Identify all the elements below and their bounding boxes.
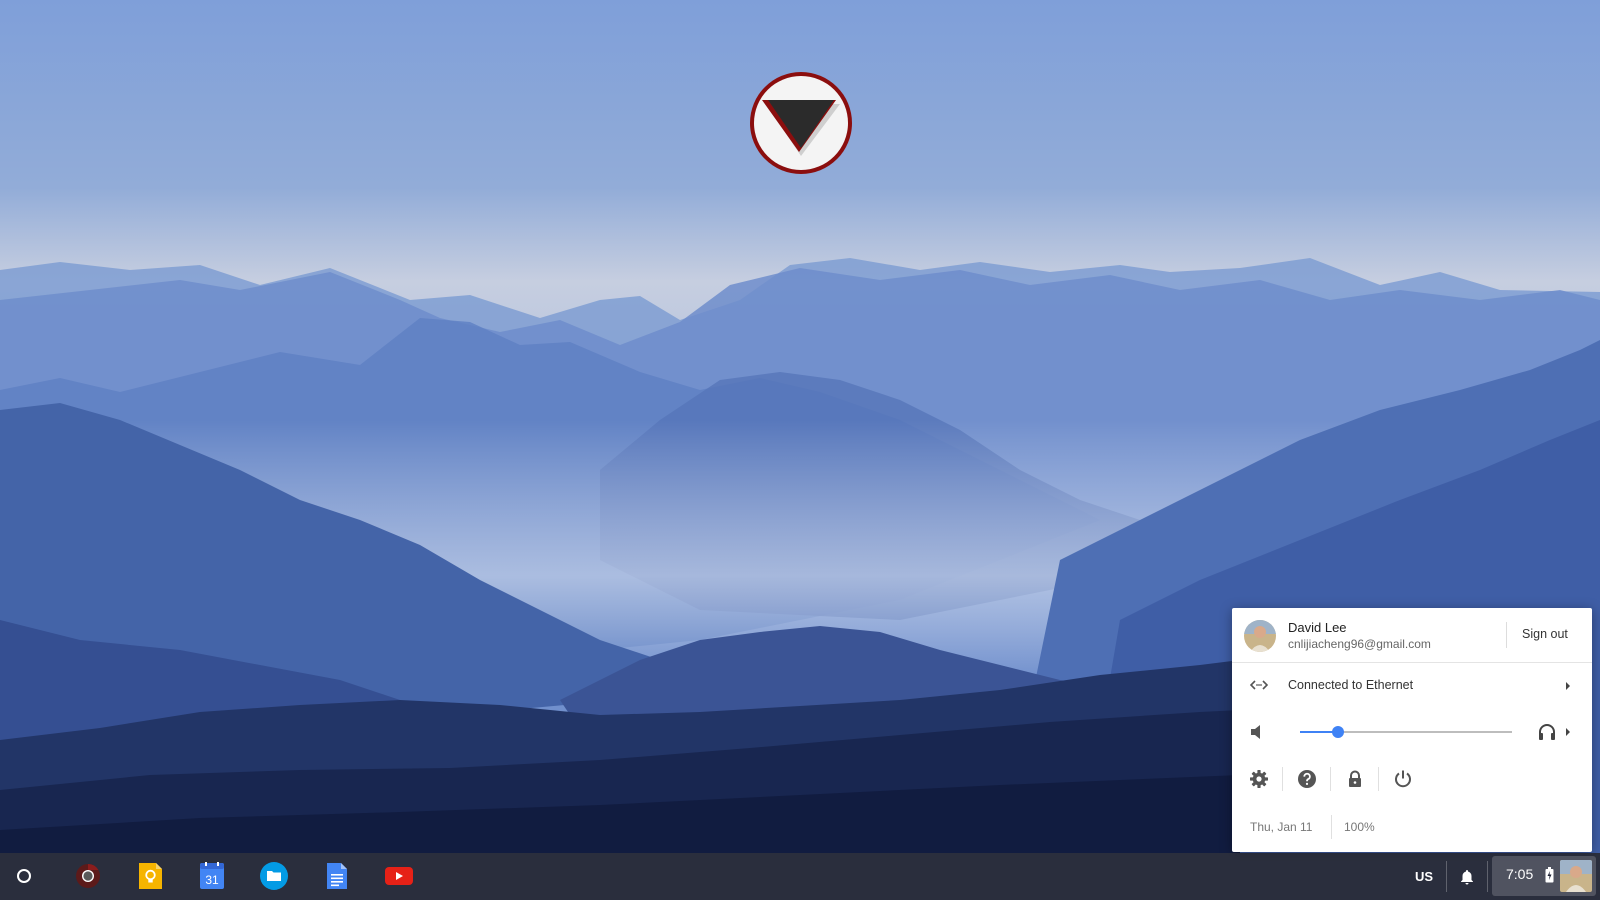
- notification-button[interactable]: [1452, 853, 1482, 900]
- desktop-logo-icon: [750, 72, 852, 174]
- sign-out-button[interactable]: Sign out: [1522, 627, 1568, 641]
- volume-icon[interactable]: [1250, 724, 1264, 740]
- docs-icon: [327, 863, 347, 889]
- battery-label: 100%: [1344, 820, 1375, 834]
- launcher-button[interactable]: [0, 853, 48, 900]
- user-card: David Lee cnlijiacheng96@gmail.com Sign …: [1232, 608, 1592, 662]
- chrome-icon: [76, 864, 100, 888]
- chevron-right-icon[interactable]: [1565, 681, 1571, 691]
- bell-icon: [1461, 869, 1473, 884]
- files-icon: [260, 862, 288, 890]
- volume-row: [1232, 709, 1592, 755]
- calendar-day: 31: [205, 873, 219, 887]
- clock: 7:05: [1506, 866, 1534, 882]
- circle-launcher-icon: [17, 869, 31, 883]
- divider: [1330, 767, 1331, 791]
- shelf-app-files[interactable]: [257, 859, 291, 893]
- battery-charging-icon: [1545, 867, 1554, 883]
- network-row[interactable]: Connected to Ethernet: [1232, 663, 1592, 709]
- date-battery-row: Thu, Jan 11 100%: [1232, 805, 1592, 851]
- system-buttons-row: [1232, 755, 1592, 805]
- divider: [1331, 815, 1332, 839]
- user-avatar: [1244, 620, 1276, 652]
- divider: [1378, 767, 1379, 791]
- user-name: David Lee: [1288, 620, 1347, 635]
- power-icon[interactable]: [1392, 768, 1414, 790]
- date-label[interactable]: Thu, Jan 11: [1250, 820, 1312, 834]
- calendar-icon: 31: [200, 862, 224, 889]
- tray-user-avatar: [1560, 860, 1592, 892]
- volume-slider-thumb[interactable]: [1332, 726, 1345, 738]
- ime-indicator[interactable]: US: [1406, 853, 1442, 900]
- chevron-right-icon[interactable]: [1565, 727, 1571, 737]
- network-status: Connected to Ethernet: [1288, 678, 1414, 692]
- shelf: 31 US 7:05: [0, 853, 1600, 900]
- keep-icon: [139, 863, 162, 889]
- headphones-icon[interactable]: [1537, 722, 1557, 742]
- user-email: cnlijiacheng96@gmail.com: [1288, 637, 1431, 651]
- divider: [1506, 622, 1507, 648]
- ethernet-icon: [1250, 680, 1268, 690]
- system-tray-bubble: David Lee cnlijiacheng96@gmail.com Sign …: [1232, 608, 1592, 852]
- shelf-app-keep[interactable]: [133, 859, 167, 893]
- shelf-app-youtube[interactable]: [382, 859, 416, 893]
- youtube-icon: [385, 867, 413, 885]
- divider: [1446, 861, 1447, 892]
- volume-slider[interactable]: [1300, 726, 1512, 738]
- shelf-app-docs[interactable]: [320, 859, 354, 893]
- lock-icon[interactable]: [1344, 768, 1366, 790]
- shelf-app-calendar[interactable]: 31: [195, 859, 229, 893]
- help-icon[interactable]: [1296, 768, 1318, 790]
- settings-icon[interactable]: [1248, 768, 1270, 790]
- status-area-button[interactable]: 7:05: [1492, 856, 1596, 896]
- shelf-app-chrome[interactable]: [71, 859, 105, 893]
- divider: [1487, 861, 1488, 892]
- divider: [1282, 767, 1283, 791]
